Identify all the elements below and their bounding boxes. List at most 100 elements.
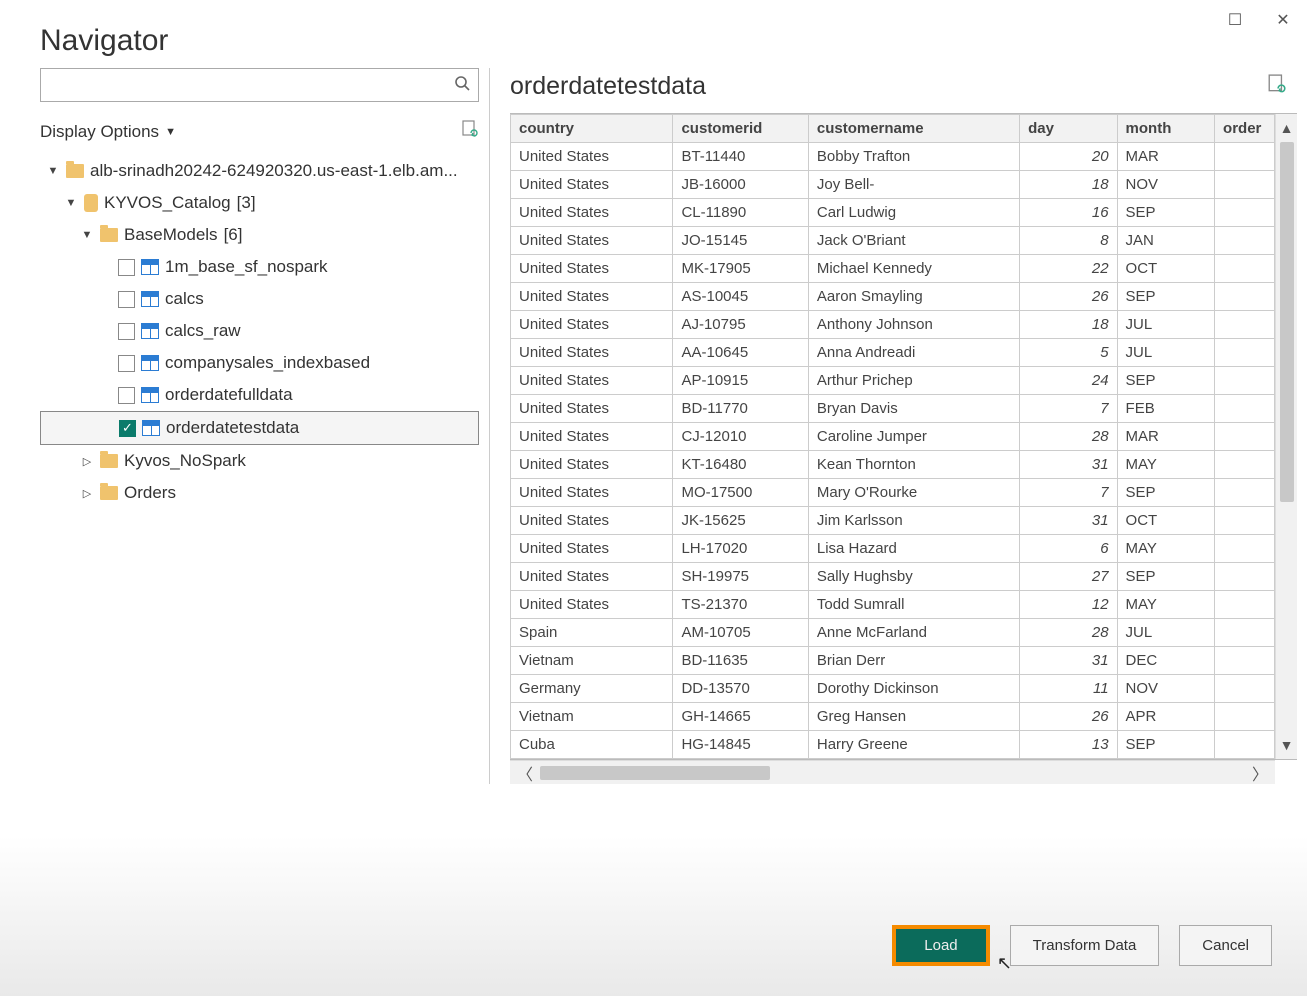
checkbox[interactable] (118, 355, 135, 372)
table-row[interactable]: United States AJ-10795 Anthony Johnson 1… (511, 311, 1275, 339)
close-icon[interactable]: ✕ (1269, 6, 1297, 34)
cell-month: OCT (1117, 255, 1214, 283)
search-box[interactable] (40, 68, 479, 102)
checkbox[interactable] (118, 387, 135, 404)
checkbox[interactable] (118, 259, 135, 276)
column-header[interactable]: day (1020, 115, 1117, 143)
table-row[interactable]: United States MO-17500 Mary O'Rourke 7 S… (511, 479, 1275, 507)
tree-nospark-label: Kyvos_NoSpark (124, 451, 246, 471)
scrollbar-thumb[interactable] (540, 766, 770, 780)
caret-down-icon[interactable]: ▼ (80, 229, 94, 241)
table-row[interactable]: Vietnam BD-11635 Brian Derr 31 DEC (511, 647, 1275, 675)
table-row[interactable]: United States AP-10915 Arthur Prichep 24… (511, 367, 1275, 395)
tree-table-item[interactable]: ✓ orderdatetestdata (40, 411, 479, 445)
table-row[interactable]: United States LH-17020 Lisa Hazard 6 MAY (511, 535, 1275, 563)
tree-table-item[interactable]: companysales_indexbased (40, 347, 479, 379)
table-row[interactable]: Germany DD-13570 Dorothy Dickinson 11 NO… (511, 675, 1275, 703)
table-row[interactable]: Spain AM-10705 Anne McFarland 28 JUL (511, 619, 1275, 647)
cell-order (1215, 339, 1275, 367)
table-icon (141, 259, 159, 275)
table-row[interactable]: United States BD-11770 Bryan Davis 7 FEB (511, 395, 1275, 423)
column-header[interactable]: month (1117, 115, 1214, 143)
scroll-up-icon[interactable]: ▲ (1280, 114, 1294, 142)
cell-country: United States (511, 423, 673, 451)
cell-customerid: CJ-12010 (673, 423, 808, 451)
caret-right-icon[interactable]: ▷ (80, 487, 94, 500)
display-options-dropdown[interactable]: Display Options ▼ (40, 122, 176, 142)
table-row[interactable]: United States MK-17905 Michael Kennedy 2… (511, 255, 1275, 283)
table-row[interactable]: United States TS-21370 Todd Sumrall 12 M… (511, 591, 1275, 619)
table-row[interactable]: United States JB-16000 Joy Bell- 18 NOV (511, 171, 1275, 199)
cell-day: 7 (1020, 395, 1117, 423)
tree-table-item[interactable]: calcs_raw (40, 315, 479, 347)
table-row[interactable]: United States BT-11440 Bobby Trafton 20 … (511, 143, 1275, 171)
tree-catalog[interactable]: ▼ KYVOS_Catalog [3] (40, 187, 479, 219)
table-row[interactable]: United States AA-10645 Anna Andreadi 5 J… (511, 339, 1275, 367)
table-row[interactable]: United States AS-10045 Aaron Smayling 26… (511, 283, 1275, 311)
cell-order (1215, 283, 1275, 311)
tree-basemodels-label: BaseModels (124, 225, 218, 245)
cell-customername: Michael Kennedy (808, 255, 1019, 283)
table-row[interactable]: United States SH-19975 Sally Hughsby 27 … (511, 563, 1275, 591)
tree-table-item[interactable]: 1m_base_sf_nospark (40, 251, 479, 283)
refresh-tree-icon[interactable] (461, 120, 479, 143)
cancel-button[interactable]: Cancel (1179, 925, 1272, 966)
search-input[interactable] (49, 77, 454, 94)
cell-customername: Greg Hansen (808, 703, 1019, 731)
tree-table-item[interactable]: calcs (40, 283, 479, 315)
refresh-preview-icon[interactable] (1267, 74, 1287, 99)
cell-order (1215, 255, 1275, 283)
cell-customerid: AS-10045 (673, 283, 808, 311)
column-header[interactable]: customerid (673, 115, 808, 143)
table-row[interactable]: United States JO-15145 Jack O'Briant 8 J… (511, 227, 1275, 255)
cell-month: MAR (1117, 423, 1214, 451)
checkbox[interactable] (118, 323, 135, 340)
cell-customername: Arthur Prichep (808, 367, 1019, 395)
table-row[interactable]: Cuba HG-14845 Harry Greene 13 SEP (511, 731, 1275, 759)
tree-table-label: 1m_base_sf_nospark (165, 257, 328, 277)
scroll-right-icon[interactable]: 〉 (1245, 761, 1275, 785)
table-row[interactable]: United States JK-15625 Jim Karlsson 31 O… (511, 507, 1275, 535)
cell-day: 26 (1020, 703, 1117, 731)
vertical-scrollbar[interactable]: ▲ ▼ (1275, 114, 1297, 759)
cell-customerid: JB-16000 (673, 171, 808, 199)
cell-order (1215, 703, 1275, 731)
table-row[interactable]: United States CJ-12010 Caroline Jumper 2… (511, 423, 1275, 451)
table-icon (142, 420, 160, 436)
scroll-down-icon[interactable]: ▼ (1280, 731, 1294, 759)
table-row[interactable]: United States CL-11890 Carl Ludwig 16 SE… (511, 199, 1275, 227)
cell-country: United States (511, 535, 673, 563)
scroll-left-icon[interactable]: 〈 (510, 761, 540, 785)
caret-down-icon[interactable]: ▼ (46, 165, 60, 177)
tree-nospark[interactable]: ▷ Kyvos_NoSpark (40, 445, 479, 477)
column-header[interactable]: order (1215, 115, 1275, 143)
checkbox[interactable]: ✓ (119, 420, 136, 437)
tree-basemodels[interactable]: ▼ BaseModels [6] (40, 219, 479, 251)
cell-day: 7 (1020, 479, 1117, 507)
maximize-icon[interactable]: ☐ (1221, 6, 1249, 34)
search-icon[interactable] (454, 75, 470, 96)
checkbox[interactable] (118, 291, 135, 308)
cell-customername: Sally Hughsby (808, 563, 1019, 591)
table-row[interactable]: Vietnam GH-14665 Greg Hansen 26 APR (511, 703, 1275, 731)
tree-table-item[interactable]: orderdatefulldata (40, 379, 479, 411)
transform-data-button[interactable]: Transform Data (1010, 925, 1160, 966)
scrollbar-thumb[interactable] (1280, 142, 1294, 502)
cell-month: JUL (1117, 339, 1214, 367)
caret-right-icon[interactable]: ▷ (80, 455, 94, 468)
tree-root[interactable]: ▼ alb-srinadh20242-624920320.us-east-1.e… (40, 155, 479, 187)
tree-orders[interactable]: ▷ Orders (40, 477, 479, 509)
cell-month: OCT (1117, 507, 1214, 535)
cell-country: United States (511, 479, 673, 507)
table-row[interactable]: United States KT-16480 Kean Thornton 31 … (511, 451, 1275, 479)
cell-country: United States (511, 171, 673, 199)
horizontal-scrollbar[interactable]: 〈 〉 (510, 760, 1275, 784)
cell-customername: Lisa Hazard (808, 535, 1019, 563)
navigator-pane: Display Options ▼ ▼ alb-srinadh20242-624… (40, 68, 490, 784)
caret-down-icon[interactable]: ▼ (64, 197, 78, 209)
column-header[interactable]: country (511, 115, 673, 143)
cell-day: 31 (1020, 647, 1117, 675)
load-button[interactable]: Load (892, 925, 989, 966)
cell-country: Spain (511, 619, 673, 647)
column-header[interactable]: customername (808, 115, 1019, 143)
